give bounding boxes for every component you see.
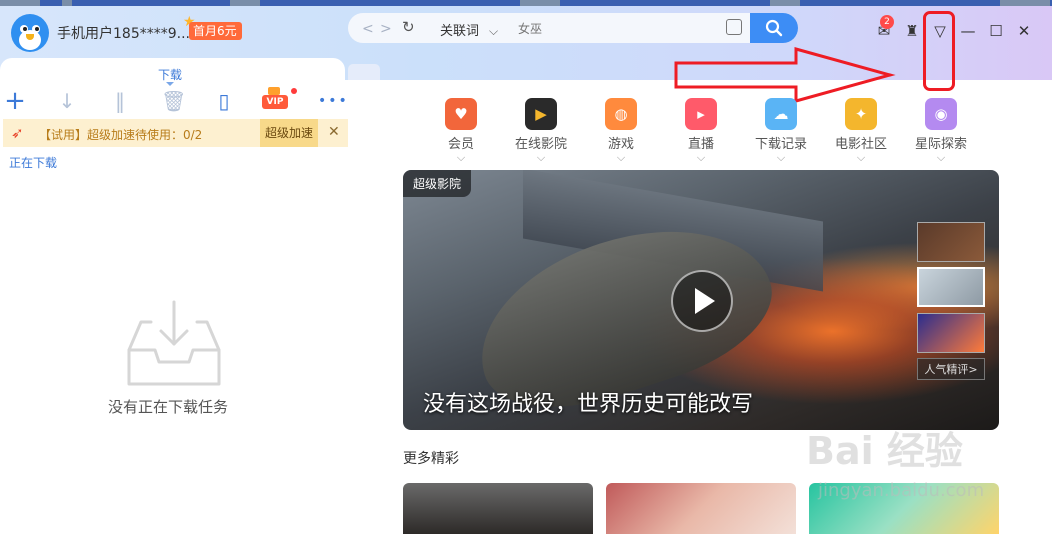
keyword-mode-label: 关联词	[440, 24, 480, 39]
banner-caption: 没有这场战役，世界历史可能改写	[423, 392, 754, 417]
vip-button[interactable]: VIP	[262, 87, 297, 112]
tab-download-label: 下载	[158, 68, 183, 82]
chevron-down-icon: ⌵	[936, 151, 946, 164]
chevron-down-icon: ⌵	[616, 151, 626, 164]
banner-thumbnail[interactable]	[917, 313, 985, 353]
category-online-cinema[interactable]: ▶ 在线影院 ⌵	[501, 98, 581, 164]
category-label: 在线影院	[514, 137, 567, 152]
tab-download[interactable]: 下载	[0, 58, 345, 86]
pause-icon[interactable]: ‖	[109, 90, 131, 112]
download-toolbar: + ↓ ‖ 🗑 ▯ VIP •••	[0, 87, 350, 114]
add-icon[interactable]: +	[4, 88, 26, 114]
close-icon[interactable]: ✕	[1014, 21, 1034, 41]
category-movie-community[interactable]: ✦ 电影社区 ⌵	[821, 98, 901, 164]
content-card[interactable]	[606, 483, 796, 534]
film-icon: ▶	[525, 98, 557, 130]
trash-icon[interactable]: 🗑	[161, 90, 186, 112]
watermark-logo-text: Bai 经验	[806, 429, 963, 473]
rocket-icon: ➶	[11, 124, 24, 142]
watermark-url: jingyan.baidu.com	[818, 480, 985, 501]
search-input[interactable]	[516, 18, 720, 40]
chevron-down-icon: ⌵	[856, 151, 866, 164]
download-arrow-icon[interactable]: ↓	[56, 90, 78, 112]
phone-icon[interactable]: ▯	[213, 90, 235, 112]
banner-thumbnail[interactable]	[917, 222, 985, 262]
baidu-jingyan-watermark: Bai 经验 jingyan.baidu.com	[806, 420, 1046, 510]
more-section-title: 更多精彩	[403, 451, 459, 467]
search-icon	[765, 19, 783, 37]
back-arrow-icon[interactable]: <	[362, 21, 374, 37]
chevron-down-icon: ⌵	[776, 151, 786, 164]
tab-indicator	[166, 82, 174, 86]
search-button[interactable]	[750, 13, 798, 43]
chevron-down-icon: ⌵	[536, 151, 546, 164]
refresh-icon[interactable]: ↻	[402, 18, 415, 36]
super-speedup-button[interactable]: 超级加速	[260, 119, 318, 147]
close-notice-icon[interactable]: ✕	[328, 124, 340, 140]
chevron-down-icon: ⌵	[489, 24, 499, 38]
popular-reviews-link[interactable]: 人气精评>	[917, 358, 985, 380]
popcorn-icon: ✦	[845, 98, 877, 130]
featured-banner[interactable]: 超级影院 没有这场战役，世界历史可能改写 人气精评>	[403, 170, 999, 430]
category-label: 会员	[447, 137, 474, 152]
banner-tag: 超级影院	[403, 170, 472, 197]
annotation-highlight-box	[923, 11, 955, 91]
search-bar: < > ↻ 关联词 ⌵	[348, 13, 798, 43]
username[interactable]: 手机用户185****9...	[57, 23, 190, 43]
gamepad-icon: ◍	[605, 98, 637, 130]
more-icon[interactable]: •••	[318, 90, 347, 112]
category-download-history[interactable]: ☁ 下载记录 ⌵	[741, 98, 821, 164]
red-dot-icon	[291, 88, 297, 94]
chevron-down-icon: ⌵	[696, 151, 706, 164]
play-icon[interactable]	[671, 270, 733, 332]
cloud-icon: ☁	[765, 98, 797, 130]
section-label-downloading[interactable]: 正在下载	[9, 154, 57, 171]
category-live[interactable]: ▸ 直播 ⌵	[661, 98, 741, 164]
promo-badge[interactable]: 首月6元	[189, 22, 242, 40]
title-bar: 手机用户185****9... ★ 首月6元 < > ↻ 关联词⌵ ✉ 2 ♜ …	[0, 6, 1052, 86]
category-games[interactable]: ◍ 游戏 ⌵	[581, 98, 661, 164]
empty-inbox-icon	[127, 300, 221, 386]
crown-icon	[268, 87, 280, 95]
category-vip[interactable]: ♥ 会员 ⌵	[421, 98, 501, 164]
content-card[interactable]	[403, 483, 593, 534]
forward-arrow-icon[interactable]: >	[380, 21, 392, 37]
clipboard-icon[interactable]	[726, 19, 742, 35]
category-star-explore[interactable]: ◉ 星际探索 ⌵	[901, 98, 981, 164]
empty-state-text: 没有正在下载任务	[108, 398, 229, 416]
notice-text: 【试用】超级加速待使用：0/2	[39, 128, 203, 142]
user-avatar[interactable]	[11, 14, 49, 52]
category-label: 星际探索	[914, 137, 967, 152]
vip-heart-icon: ♥	[445, 98, 477, 130]
chevron-down-icon: ⌵	[456, 151, 466, 164]
speedup-notice: ➶ 【试用】超级加速待使用：0/2 超级加速 ✕	[3, 119, 348, 147]
browser-tab[interactable]	[348, 64, 380, 80]
notification-badge: 2	[880, 15, 894, 29]
category-label: 电影社区	[834, 137, 887, 152]
vip-label: VIP	[262, 95, 288, 109]
keyword-mode-select[interactable]: 关联词 ⌵	[440, 20, 498, 39]
category-label: 下载记录	[754, 137, 807, 152]
category-label: 游戏	[607, 137, 634, 152]
skin-shirt-icon[interactable]: ♜	[902, 21, 922, 41]
maximize-icon[interactable]: ☐	[986, 21, 1006, 41]
tv-icon: ▸	[685, 98, 717, 130]
banner-thumbnail-active[interactable]	[917, 267, 985, 307]
category-label: 直播	[687, 137, 714, 152]
planet-icon: ◉	[925, 98, 957, 130]
minimize-icon[interactable]: —	[958, 21, 978, 41]
